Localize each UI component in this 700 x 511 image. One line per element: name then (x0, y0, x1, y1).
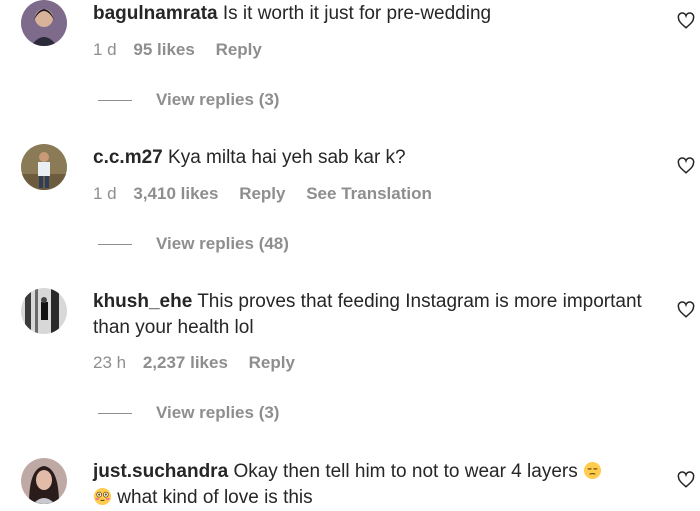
comment-text: khush_ehe This proves that feeding Insta… (93, 289, 653, 341)
reply-button[interactable]: Reply (249, 353, 295, 372)
comment-meta: 23 h 2,237 likes Reply (93, 353, 311, 373)
view-replies-label: View replies (48) (156, 234, 289, 253)
avatar[interactable] (21, 144, 67, 190)
divider (98, 99, 132, 101)
comment-time: 1 d (93, 184, 117, 203)
view-replies-button[interactable]: View replies (3) (98, 403, 279, 423)
likes-count[interactable]: 95 likes (133, 40, 194, 59)
see-translation-button[interactable]: See Translation (306, 184, 432, 203)
pensive-face-emoji (583, 461, 602, 480)
comment-username[interactable]: bagulnamrata (93, 3, 218, 24)
flushed-face-emoji (93, 487, 112, 506)
like-heart-icon[interactable] (677, 157, 695, 175)
comment-username[interactable]: just.suchandra (93, 461, 228, 482)
view-replies-label: View replies (3) (156, 90, 280, 109)
comment-text: bagulnamrata Is it worth it just for pre… (93, 1, 653, 27)
like-heart-icon[interactable] (677, 12, 695, 30)
comment-body: Kya milta hai yeh sab kar k? (168, 147, 406, 168)
avatar[interactable] (21, 458, 67, 504)
like-heart-icon[interactable] (677, 301, 695, 319)
avatar[interactable] (21, 0, 67, 46)
comment-text: just.suchandra Okay then tell him to not… (93, 459, 653, 511)
divider (98, 412, 132, 414)
likes-count[interactable]: 2,237 likes (143, 353, 228, 372)
comment-time: 1 d (93, 40, 117, 59)
likes-count[interactable]: 3,410 likes (133, 184, 218, 203)
view-replies-button[interactable]: View replies (48) (98, 234, 289, 254)
comment-body: Is it worth it just for pre-wedding (222, 3, 492, 24)
comment-username[interactable]: c.c.m27 (93, 147, 163, 168)
view-replies-label: View replies (3) (156, 403, 280, 422)
reply-button[interactable]: Reply (216, 40, 262, 59)
comment-username[interactable]: khush_ehe (93, 291, 192, 312)
divider (98, 243, 132, 245)
comment-meta: 1 d 95 likes Reply (93, 40, 278, 60)
view-replies-button[interactable]: View replies (3) (98, 90, 279, 110)
comment-meta: 1 d 3,410 likes Reply See Translation (93, 184, 448, 204)
comment-text: c.c.m27 Kya milta hai yeh sab kar k? (93, 145, 653, 171)
reply-button[interactable]: Reply (239, 184, 285, 203)
comment-body: Okay then tell him to not to wear 4 laye… (233, 461, 578, 482)
avatar[interactable] (21, 288, 67, 334)
comment-body-continued: what kind of love is this (117, 487, 313, 508)
comment-time: 23 h (93, 353, 127, 372)
like-heart-icon[interactable] (677, 471, 695, 489)
